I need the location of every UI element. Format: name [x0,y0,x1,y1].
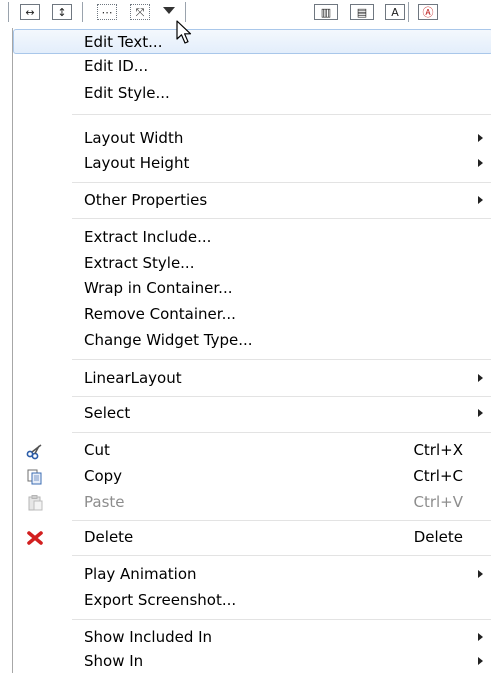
baseline-button[interactable]: A [385,4,405,20]
menu-item-paste: Paste Ctrl+V [13,490,491,515]
menu-item-label: Copy [84,467,123,485]
clear-weights-button[interactable]: Ⓐ [418,4,438,20]
toggle-fill-height-button[interactable]: ↕ [52,4,72,20]
toolbar-separator [408,2,409,22]
menu-item-label: Edit Text... [84,33,163,51]
menu-item-layout-width[interactable]: Layout Width [13,126,491,151]
menu-item-export-screenshot[interactable]: Export Screenshot... [13,588,491,613]
menu-item-linearlayout[interactable]: LinearLayout [13,366,491,391]
menu-item-extract-include[interactable]: Extract Include... [13,225,491,250]
submenu-arrow-icon [478,409,483,417]
menu-item-other-properties[interactable]: Other Properties [13,188,491,213]
gravity-button[interactable]: ⤧ [130,4,150,20]
menu-separator [72,114,491,115]
gravity-icon: ⤧ [135,5,145,19]
submenu-arrow-icon [478,374,483,382]
distribute-weights-button[interactable]: ▥ [314,4,338,20]
toolbar-separator [185,2,186,22]
menu-separator [72,396,491,397]
submenu-arrow-icon [478,134,483,142]
shortcut-text: Ctrl+C [413,467,463,485]
menu-item-label: Edit ID... [84,57,149,75]
menu-separator [72,359,491,360]
menu-item-wrap-in-container[interactable]: Wrap in Container... [13,276,491,301]
menu-item-remove-container[interactable]: Remove Container... [13,302,491,327]
menu-item-label: LinearLayout [84,369,182,387]
menu-item-edit-text[interactable]: Edit Text... [13,29,491,54]
menu-item-change-widget-type[interactable]: Change Widget Type... [13,328,491,353]
menu-item-label: Other Properties [84,191,208,209]
toggle-fill-width-button[interactable]: ↔ [20,4,40,20]
shortcut-text: Delete [413,528,463,546]
menu-item-label: Change Widget Type... [84,331,253,349]
margins-icon: ⋯ [101,5,113,19]
menu-item-label: Extract Include... [84,228,212,246]
chevron-down-icon[interactable] [163,7,175,14]
margins-button[interactable]: ⋯ [97,4,117,20]
menu-item-play-animation[interactable]: Play Animation [13,562,491,587]
menu-item-edit-style[interactable]: Edit Style... [13,81,491,106]
toolbar-separator [8,2,9,22]
menu-item-edit-id[interactable]: Edit ID... [13,54,491,79]
toolbar-separator [82,2,83,22]
menu-item-extract-style[interactable]: Extract Style... [13,251,491,276]
submenu-arrow-icon [478,657,483,665]
assign-weight-button[interactable]: ▤ [350,4,374,20]
menu-item-label: Paste [84,493,125,511]
menu-item-select[interactable]: Select [13,401,491,426]
menu-item-label: Layout Width [84,129,184,147]
menu-separator [72,218,491,219]
menu-separator [72,619,491,620]
menu-item-label: Show In [84,652,144,670]
menu-item-label: Extract Style... [84,254,195,272]
submenu-arrow-icon [478,570,483,578]
mouse-pointer-icon [176,20,196,50]
menu-item-label: Show Included In [84,628,213,646]
menu-separator [72,555,491,556]
submenu-arrow-icon [478,159,483,167]
menu-item-label: Delete [84,528,134,546]
menu-item-label: Play Animation [84,565,197,583]
column-weight-icon: ▤ [356,5,368,19]
menu-item-label: Wrap in Container... [84,279,233,297]
layout-toolbar: ↔ ↕ ⋯ ⤧ ▥ ▤ A Ⓐ [0,0,491,24]
menu-item-show-included-in[interactable]: Show Included In [13,625,491,650]
paste-icon [26,494,44,512]
menu-item-cut[interactable]: Cut Ctrl+X [13,438,491,463]
arrows-vertical-icon: ↕ [57,5,67,19]
menu-item-label: Remove Container... [84,305,236,323]
copy-icon [26,468,44,486]
shortcut-text: Ctrl+X [413,441,463,459]
menu-item-layout-height[interactable]: Layout Height [13,151,491,176]
menu-item-label: Cut [84,441,110,459]
columns-icon: ▥ [320,5,332,19]
menu-separator [72,432,491,433]
menu-separator [72,182,491,183]
menu-separator [72,520,491,521]
submenu-arrow-icon [478,196,483,204]
context-menu: Edit Text... Edit ID... Edit Style... La… [12,28,491,673]
menu-item-label: Layout Height [84,154,190,172]
menu-item-label: Edit Style... [84,84,170,102]
delete-x-icon [26,529,44,547]
clear-baseline-icon: Ⓐ [422,5,434,19]
baseline-icon: A [391,5,399,19]
shortcut-text: Ctrl+V [413,493,463,511]
menu-item-copy[interactable]: Copy Ctrl+C [13,464,491,489]
submenu-arrow-icon [478,633,483,641]
menu-item-label: Select [84,404,131,422]
menu-item-show-in[interactable]: Show In [13,649,491,674]
scissors-icon [26,442,44,460]
menu-item-label: Export Screenshot... [84,591,237,609]
menu-item-delete[interactable]: Delete Delete [13,525,491,550]
arrows-horizontal-icon: ↔ [25,5,35,19]
